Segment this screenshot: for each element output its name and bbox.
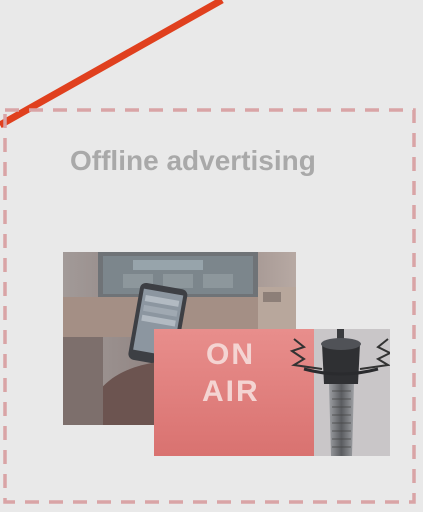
svg-text:AIR: AIR [202,375,260,408]
microphone-icon: ON AIR [154,329,390,456]
svg-text:ON: ON [206,338,255,371]
section-title: Offline advertising [70,145,316,176]
slide-canvas: Offline advertising ON AIR [0,0,423,512]
on-air-microphone-photo: ON AIR [154,329,390,456]
